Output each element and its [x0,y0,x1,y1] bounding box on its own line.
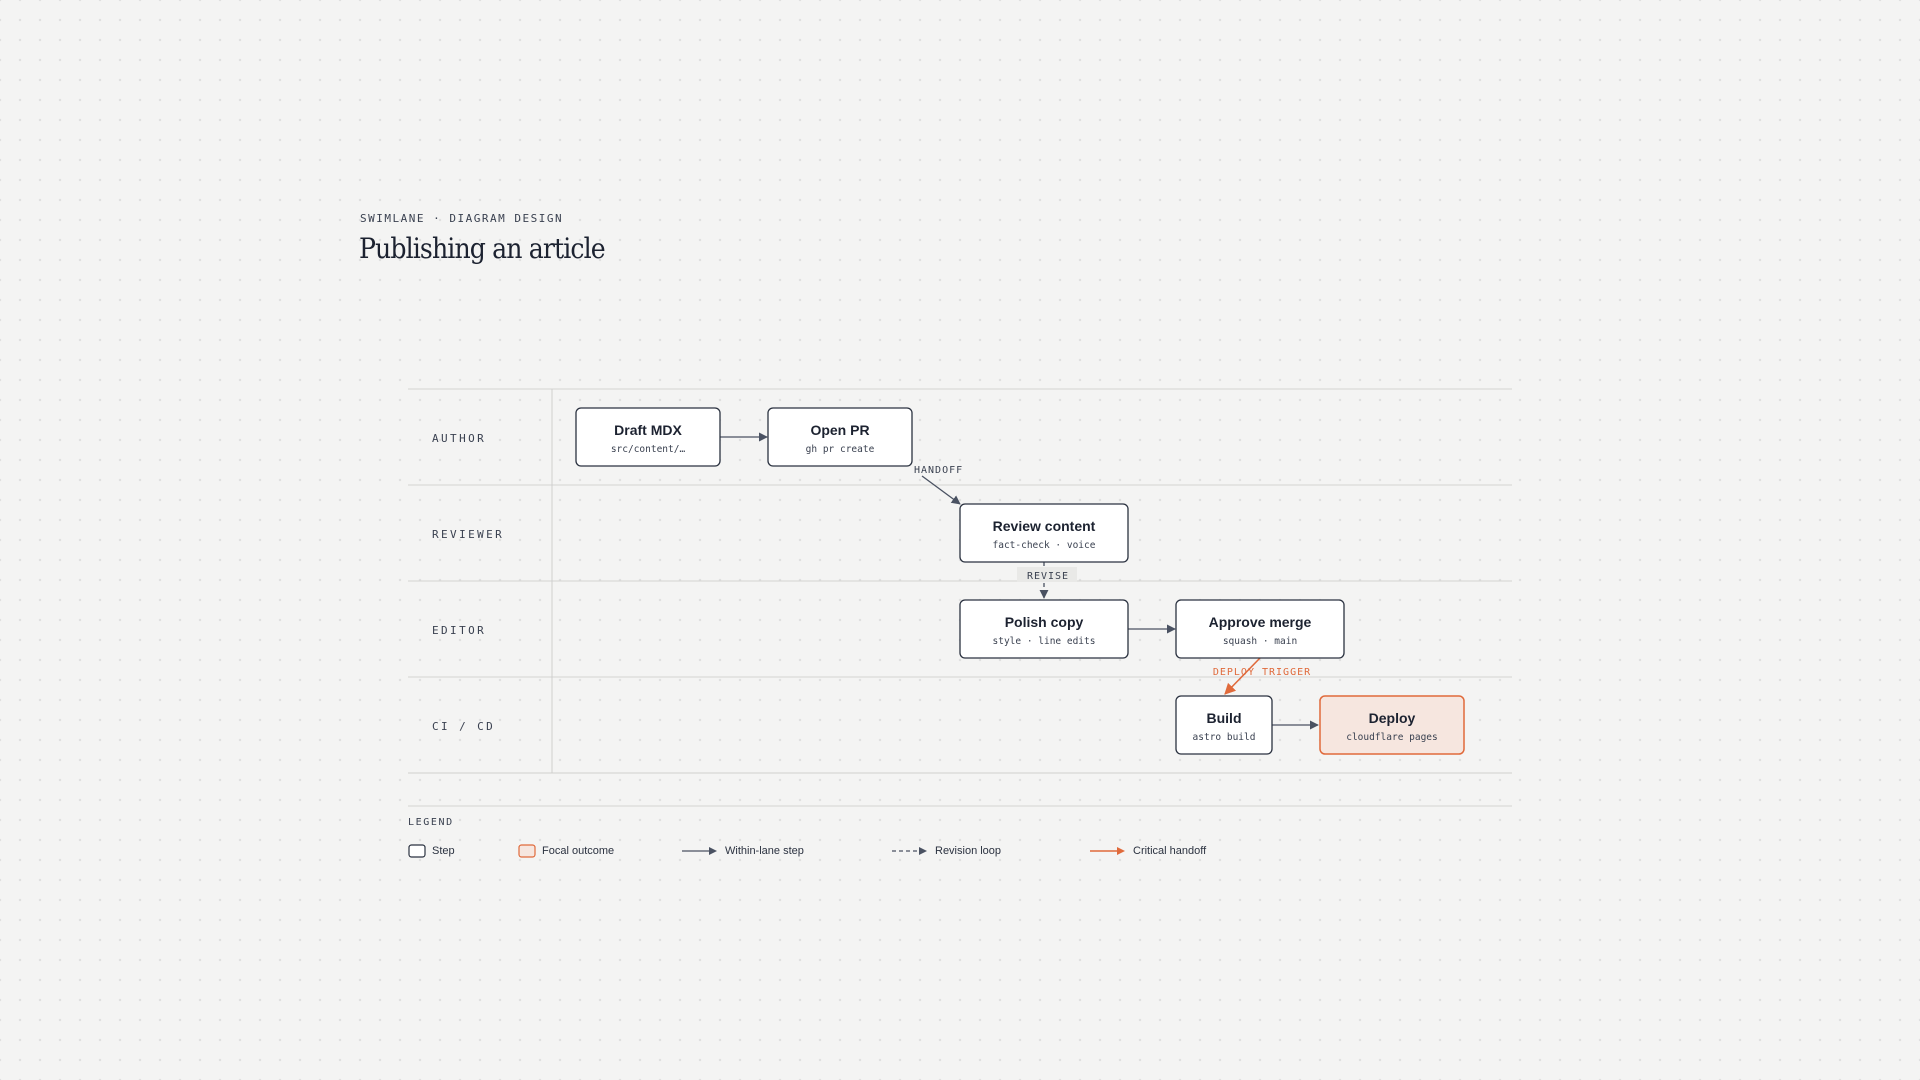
node-polish-copy[interactable]: Polish copy style · line edits [959,599,1129,659]
arrow-dashed-icon [892,847,927,855]
lane-label-author: AUTHOR [432,432,486,445]
lane-label-editor: EDITOR [432,624,486,637]
node-deploy[interactable]: Deploy cloudflare pages [1319,695,1465,755]
legend-item-critical: Critical handoff [1089,843,1206,859]
step-swatch-icon [408,844,426,858]
node-title: Open PR [810,422,869,438]
node-title: Build [1207,710,1242,726]
node-title: Deploy [1369,710,1416,726]
node-subtitle: astro build [1193,732,1256,743]
lane-label-cicd: CI / CD [432,720,495,733]
legend-label: Within-lane step [725,845,804,857]
node-title: Review content [993,518,1096,534]
legend-label: Revision loop [935,845,1002,857]
legend-item-step: Step [408,843,455,859]
focal-swatch-icon [518,844,536,858]
legend-item-revision: Revision loop [891,843,1001,859]
legend-label: Critical handoff [1133,845,1207,857]
node-subtitle: squash · main [1223,636,1297,647]
edge-label-handoff: HANDOFF [914,465,963,476]
node-title: Polish copy [1005,614,1084,630]
legend-title: LEGEND [408,817,454,828]
arrow-accent-icon [1090,847,1125,855]
swimlane-diagram: AUTHOR REVIEWER EDITOR CI / CD HANDOFF R… [408,388,1512,807]
node-subtitle: fact-check · voice [993,540,1096,551]
node-subtitle: src/content/… [611,444,686,455]
edge-pr-to-review [921,475,961,505]
node-review-content[interactable]: Review content fact-check · voice [959,503,1129,563]
node-subtitle: gh pr create [806,444,875,455]
node-subtitle: cloudflare pages [1346,732,1438,743]
legend-item-within: Within-lane step [681,843,804,859]
node-draft-mdx[interactable]: Draft MDX src/content/… [575,407,721,467]
node-title: Draft MDX [614,422,682,438]
arrow-solid-icon [682,847,717,855]
node-approve-merge[interactable]: Approve merge squash · main [1175,599,1345,659]
edge-label-deploy-trigger: DEPLOY TRIGGER [1213,667,1311,678]
legend-label: Focal outcome [542,845,615,857]
lane-label-reviewer: REVIEWER [432,528,504,541]
edge-label-revise: REVISE [1027,571,1069,582]
node-subtitle: style · line edits [993,636,1096,647]
legend-label: Step [432,845,455,857]
node-build[interactable]: Build astro build [1175,695,1273,755]
node-open-pr[interactable]: Open PR gh pr create [767,407,913,467]
legend-item-focal: Focal outcome [518,843,614,859]
node-title: Approve merge [1209,614,1312,630]
